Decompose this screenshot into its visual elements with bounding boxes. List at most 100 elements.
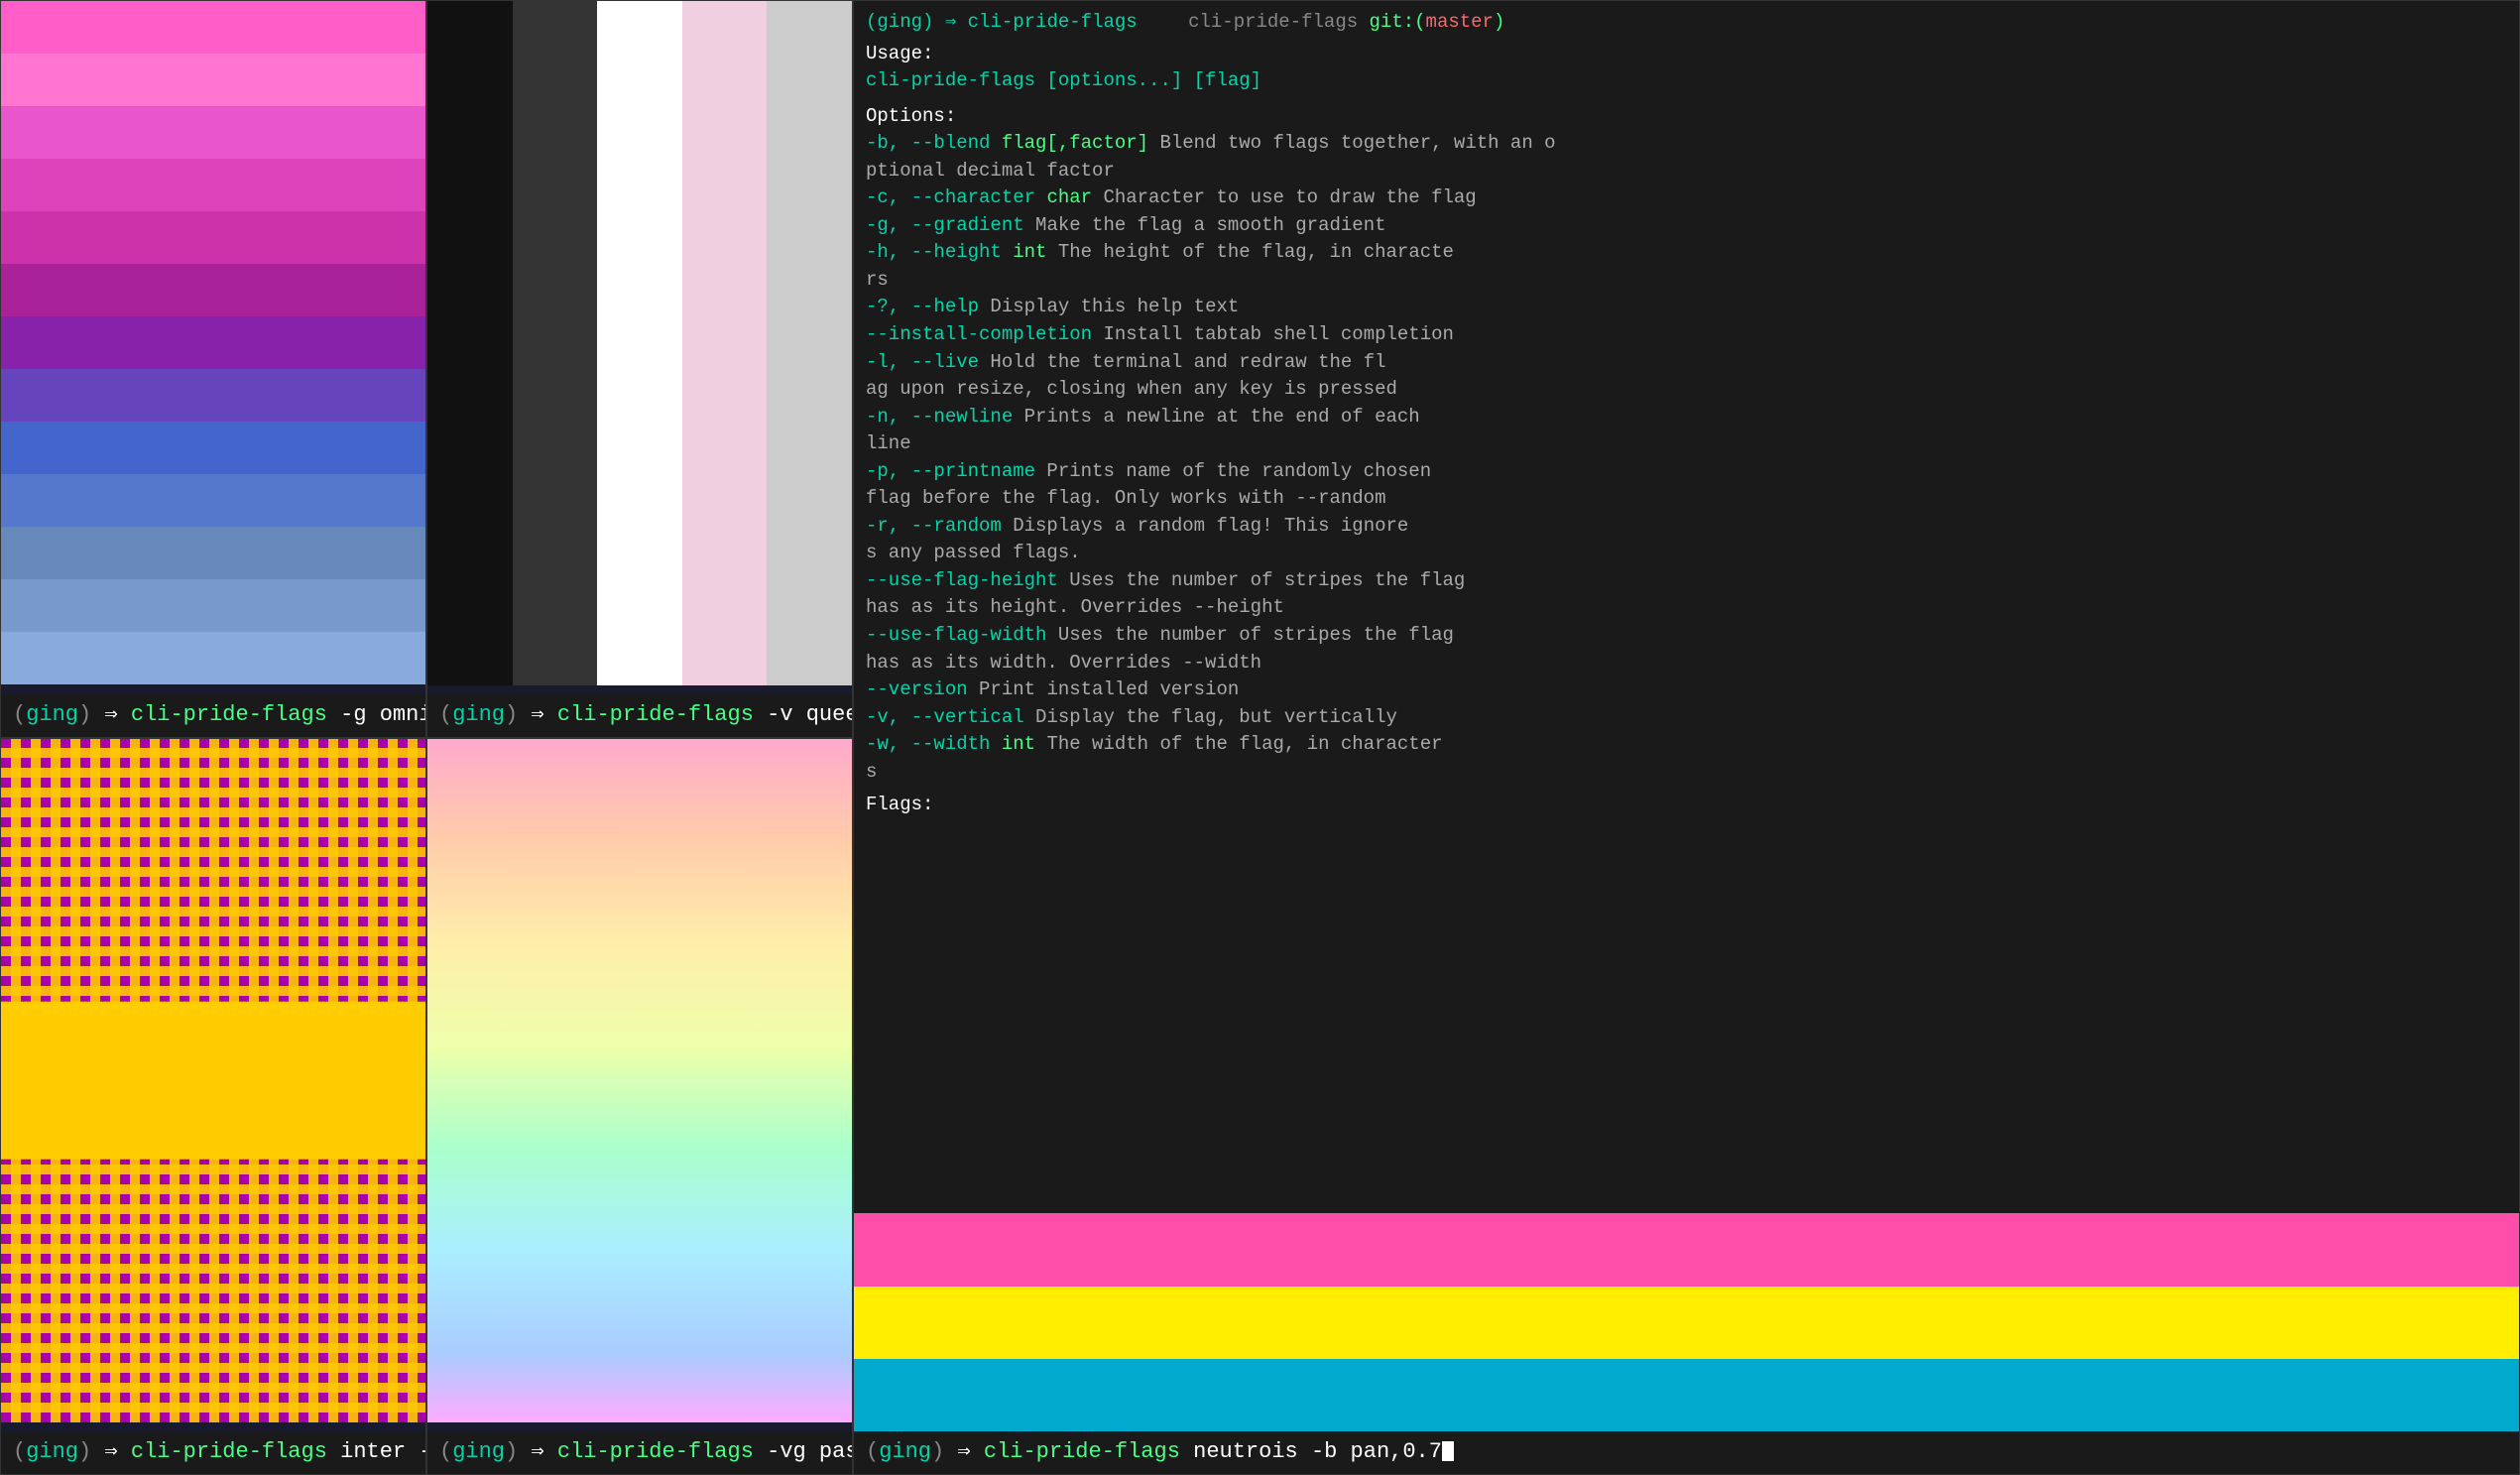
prompt-paren: ( (439, 1439, 452, 1464)
prompt-name: ging (879, 1439, 931, 1464)
opt-use-width: --use-flag-width Uses the number of stri… (866, 622, 2507, 650)
omnisex-pane: (ging) ⇒ cli-pride-flags -g omnisex (0, 0, 426, 738)
opt-vertical: -v, --vertical Display the flag, but ver… (866, 704, 2507, 732)
usage-label: Usage: (866, 41, 2507, 68)
opt-live2: ag upon resize, closing when any key is … (866, 376, 2507, 404)
opt-version: --version Print installed version (866, 676, 2507, 704)
omnisex-prompt[interactable]: (ging) ⇒ cli-pride-flags -g omnisex (1, 694, 425, 737)
inter-pane: (ging) ⇒ cli-pride-flags inter -c '▪' (0, 738, 426, 1475)
flag-stripe (1, 369, 425, 422)
omnisex-flag (1, 1, 425, 685)
title-branch: master (1426, 11, 1494, 33)
preview-stripe-yellow (854, 1287, 2519, 1359)
title-cmd: (ging) ⇒ cli-pride-flags (866, 11, 1138, 33)
flag-stripe (1, 54, 425, 106)
flags-label: Flags: (866, 792, 2507, 819)
title-git: cli-pride-flags (1188, 11, 1369, 33)
help-content: (ging) ⇒ cli-pride-flags cli-pride-flags… (854, 1, 2519, 1213)
prompt-args: neutrois -b pan,0.7 (1193, 1439, 1442, 1464)
opt-width2: s (866, 759, 2507, 787)
opt-newline: -n, --newline Prints a newline at the en… (866, 404, 2507, 431)
flag-stripe (1, 1, 425, 54)
prompt-name: ging (26, 702, 78, 727)
preview-stripe-cyan (854, 1359, 2519, 1431)
usage-cmd: cli-pride-flags [options...] [flag] (866, 67, 2507, 95)
flag-stripe (1, 422, 425, 474)
prompt-arrow: ⇒ (104, 1439, 130, 1464)
help-prompt[interactable]: (ging) ⇒ cli-pride-flags neutrois -b pan… (854, 1431, 2519, 1474)
prompt-name: ging (452, 1439, 505, 1464)
queerplat-prompt[interactable]: (ging) ⇒ cli-pride-flags -v queerplat (427, 694, 852, 737)
flag-stripe (1, 106, 425, 159)
pastel-prompt[interactable]: (ging) ⇒ cli-pride-flags -vg pastel (427, 1431, 852, 1474)
prompt-paren2: ) (78, 1439, 91, 1464)
prompt-args: -v queerplat (767, 702, 852, 727)
title-git-label: git:( (1370, 11, 1426, 33)
opt-install: --install-completion Install tabtab shel… (866, 321, 2507, 349)
opt-blend2: ptional decimal factor (866, 158, 2507, 185)
opt-height2: rs (866, 267, 2507, 295)
prompt-name: ging (452, 702, 505, 727)
prompt-args: -vg pastel (767, 1439, 852, 1464)
opt-random: -r, --random Displays a random flag! Thi… (866, 513, 2507, 541)
flag-stripe (513, 1, 598, 685)
options-label: Options: (866, 103, 2507, 131)
inter-yellow-band (1, 1002, 425, 1160)
flag-stripe (1, 579, 425, 632)
prompt-cmd: cli-pride-flags (557, 702, 754, 727)
flag-stripe (682, 1, 768, 685)
flag-stripe (597, 1, 682, 685)
prompt-arrow: ⇒ (531, 702, 556, 727)
flag-stripe (1, 632, 425, 684)
prompt-paren: ( (439, 702, 452, 727)
flag-stripe (1, 527, 425, 579)
prompt-args: -g omnisex (340, 702, 425, 727)
flag-stripe (1, 474, 425, 527)
prompt-paren2: ) (505, 1439, 518, 1464)
flag-preview (854, 1213, 2519, 1431)
prompt-paren: ( (866, 1439, 879, 1464)
help-pane: (ging) ⇒ cli-pride-flags cli-pride-flags… (853, 0, 2520, 1475)
opt-height: -h, --height int The height of the flag,… (866, 239, 2507, 267)
prompt-paren2: ) (931, 1439, 944, 1464)
prompt-paren: ( (13, 1439, 26, 1464)
prompt-cmd: cli-pride-flags (131, 702, 327, 727)
pastel-pane: (ging) ⇒ cli-pride-flags -vg pastel (426, 738, 853, 1475)
prompt-name: ging (26, 1439, 78, 1464)
prompt-paren2: ) (78, 702, 91, 727)
flag-stripe (1, 159, 425, 211)
prompt-arrow: ⇒ (957, 1439, 983, 1464)
opt-newline2: line (866, 430, 2507, 458)
opt-printname2: flag before the flag. Only works with --… (866, 485, 2507, 513)
opt-help: -?, --help Display this help text (866, 294, 2507, 321)
prompt-cmd: cli-pride-flags (984, 1439, 1180, 1464)
inter-flag (1, 739, 425, 1423)
opt-printname: -p, --printname Prints name of the rando… (866, 458, 2507, 486)
flag-stripe (1, 316, 425, 369)
flag-stripe (767, 1, 852, 685)
pastel-flag (427, 739, 852, 1423)
opt-char: -c, --character char Character to use to… (866, 184, 2507, 212)
prompt-args: inter -c '▪' (340, 1439, 425, 1464)
title-line: (ging) ⇒ cli-pride-flags cli-pride-flags… (866, 9, 2507, 37)
inter-prompt[interactable]: (ging) ⇒ cli-pride-flags inter -c '▪' (1, 1431, 425, 1474)
prompt-cmd: cli-pride-flags (131, 1439, 327, 1464)
flag-stripe (1, 211, 425, 264)
opt-use-height2: has as its height. Overrides --height (866, 594, 2507, 622)
opt-use-height: --use-flag-height Uses the number of str… (866, 567, 2507, 595)
opt-random2: s any passed flags. (866, 540, 2507, 567)
prompt-arrow: ⇒ (104, 702, 130, 727)
opt-live: -l, --live Hold the terminal and redraw … (866, 349, 2507, 377)
opt-blend: -b, --blend flag[,factor] Blend two flag… (866, 130, 2507, 158)
cursor (1442, 1441, 1454, 1461)
queerplat-flag (427, 1, 852, 685)
flag-stripe (427, 1, 513, 685)
opt-width: -w, --width int The width of the flag, i… (866, 731, 2507, 759)
prompt-paren2: ) (505, 702, 518, 727)
prompt-cmd: cli-pride-flags (557, 1439, 754, 1464)
prompt-paren: ( (13, 702, 26, 727)
opt-use-width2: has as its width. Overrides --width (866, 650, 2507, 677)
prompt-arrow: ⇒ (531, 1439, 556, 1464)
flag-stripe (1, 264, 425, 316)
title-git-close: ) (1494, 11, 1504, 33)
